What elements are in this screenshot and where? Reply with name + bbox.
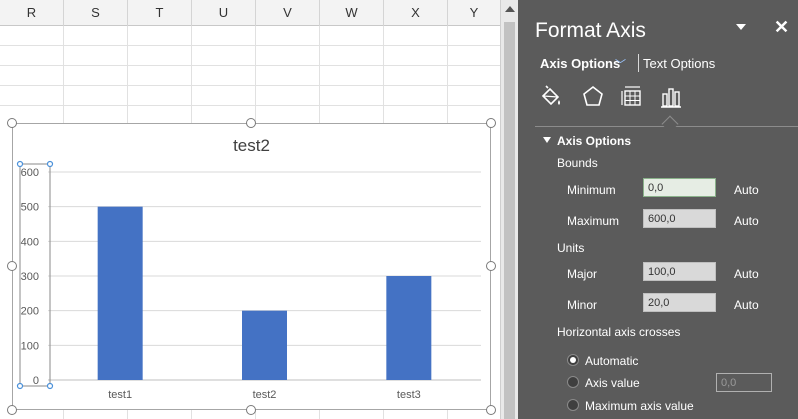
x-tick-label: test3 <box>397 389 421 401</box>
minor-input[interactable]: 20,0 <box>643 293 716 312</box>
bar[interactable] <box>97 206 143 380</box>
x-tick-label: test2 <box>253 389 277 401</box>
scroll-up-icon[interactable] <box>505 6 515 12</box>
plot-area[interactable]: 0 100 200 300 400 500 600 test1 test2 test3 <box>13 124 492 411</box>
column-header-r[interactable]: R <box>0 0 64 26</box>
grid-line <box>0 65 500 66</box>
maximum-label: Maximum <box>567 214 620 228</box>
bar[interactable] <box>242 310 287 380</box>
bounds-label: Bounds <box>557 156 598 170</box>
major-label: Major <box>567 267 598 281</box>
column-header-y[interactable]: Y <box>448 0 500 26</box>
section-axis-options[interactable]: Axis Options <box>557 134 631 148</box>
y-tick-label: 400 <box>21 236 39 248</box>
grid-line <box>0 85 500 86</box>
tab-axis-options[interactable]: Axis Options <box>540 56 620 71</box>
horizontal-axis-crosses-label: Horizontal axis crosses <box>557 325 681 339</box>
chevron-down-icon[interactable]: ﹀ <box>615 56 626 72</box>
tab-text-options[interactable]: Text Options <box>643 56 715 71</box>
minimum-input[interactable]: 0,0 <box>643 178 716 197</box>
column-headers: R S T U V W X Y <box>0 0 500 26</box>
minimum-label: Minimum <box>567 183 616 197</box>
radio-maximum-axis-value-label[interactable]: Maximum axis value <box>585 399 694 413</box>
maximum-input[interactable]: 600,0 <box>643 209 716 228</box>
minimum-auto-button[interactable]: Auto <box>734 183 759 197</box>
tab-separator <box>638 54 639 72</box>
bar[interactable] <box>386 276 432 380</box>
format-axis-pane: Format Axis ✕ Axis Options ﹀ Text Option… <box>518 0 798 419</box>
axis-options-icon[interactable] <box>658 84 684 110</box>
axis-selection-handle <box>46 382 54 390</box>
y-tick-label: 200 <box>21 306 39 318</box>
resize-handle-bottom-right[interactable] <box>486 405 496 415</box>
effects-icon[interactable] <box>580 84 606 110</box>
resize-handle-top[interactable] <box>246 118 256 128</box>
axis-value-input[interactable]: 0,0 <box>716 373 772 392</box>
column-header-u[interactable]: U <box>192 0 256 26</box>
minor-label: Minor <box>567 298 598 312</box>
scroll-thumb[interactable] <box>504 22 515 419</box>
major-auto-button[interactable]: Auto <box>734 267 759 281</box>
spreadsheet-area[interactable]: R S T U V W X Y test2 0 100 200 300 400 500 60… <box>0 0 500 419</box>
chart-object[interactable]: test2 0 100 200 300 400 500 600 test1 test2 test3 <box>12 123 491 410</box>
close-icon[interactable]: ✕ <box>774 17 789 38</box>
fill-line-icon[interactable] <box>538 84 564 110</box>
maximum-auto-button[interactable]: Auto <box>734 214 759 228</box>
axis-selection-handle <box>16 382 24 390</box>
radio-axis-value-label[interactable]: Axis value <box>585 376 640 390</box>
y-tick-label: 100 <box>21 340 39 352</box>
grid-line <box>0 105 500 106</box>
resize-handle-left[interactable] <box>7 261 17 271</box>
minor-auto-button[interactable]: Auto <box>734 298 759 312</box>
resize-handle-right[interactable] <box>486 261 496 271</box>
x-tick-label: test1 <box>108 389 132 401</box>
units-label: Units <box>557 241 585 255</box>
y-tick-label: 300 <box>21 271 39 283</box>
radio-automatic-label[interactable]: Automatic <box>585 354 638 368</box>
resize-handle-top-right[interactable] <box>486 118 496 128</box>
radio-maximum-axis-value[interactable] <box>567 399 579 411</box>
selected-category-pointer <box>661 115 679 133</box>
collapse-caret-icon[interactable] <box>543 137 551 143</box>
column-header-x[interactable]: X <box>384 0 448 26</box>
column-header-w[interactable]: W <box>320 0 384 26</box>
resize-handle-bottom-left[interactable] <box>7 405 17 415</box>
column-header-t[interactable]: T <box>128 0 192 26</box>
column-header-s[interactable]: S <box>64 0 128 26</box>
grid-line <box>0 45 500 46</box>
radio-axis-value[interactable] <box>567 376 579 388</box>
column-header-v[interactable]: V <box>256 0 320 26</box>
resize-handle-top-left[interactable] <box>7 118 17 128</box>
resize-handle-bottom[interactable] <box>246 405 256 415</box>
y-tick-label: 0 <box>33 375 39 387</box>
pane-options-chevron-icon[interactable] <box>736 24 746 30</box>
radio-automatic[interactable] <box>567 354 579 366</box>
axis-selection-handle <box>46 160 54 168</box>
major-input[interactable]: 100,0 <box>643 262 716 281</box>
size-properties-icon[interactable] <box>619 84 645 110</box>
axis-selection-handle <box>16 160 24 168</box>
y-tick-label: 500 <box>21 202 39 214</box>
pane-title: Format Axis <box>535 19 646 42</box>
y-tick-label: 600 <box>21 167 39 179</box>
vertical-scrollbar[interactable] <box>500 0 518 419</box>
